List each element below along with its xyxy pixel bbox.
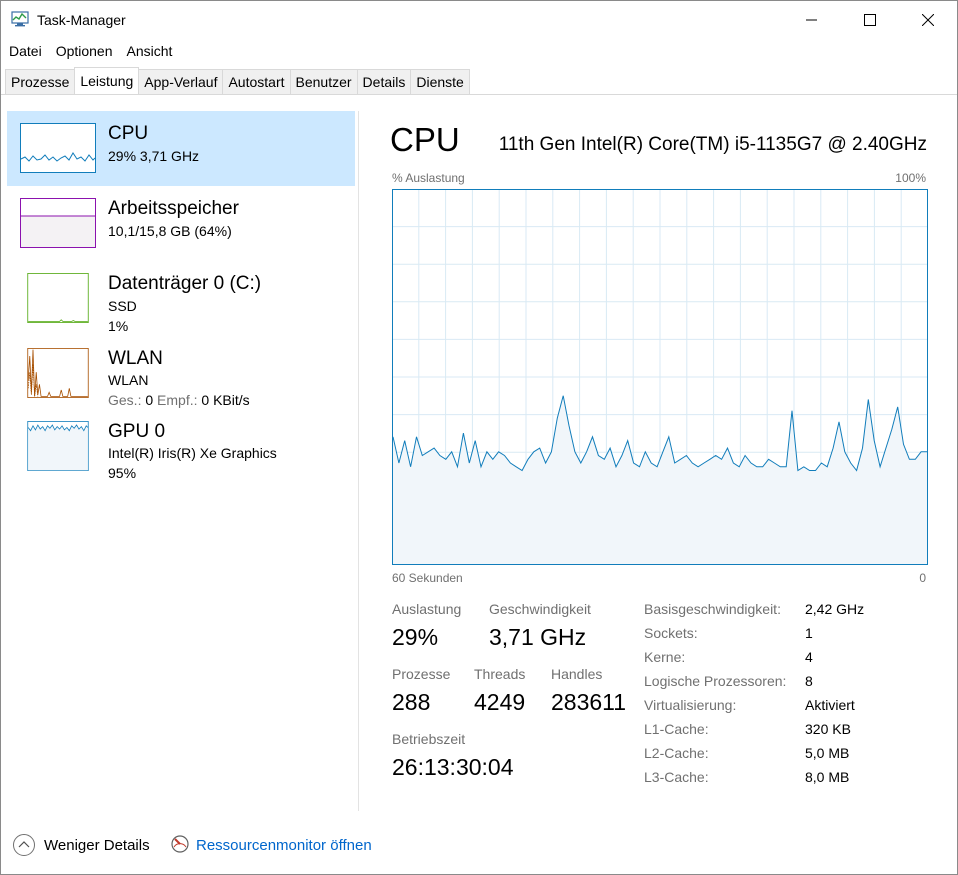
info-value-l2-cache: 5,0 MB [805, 745, 850, 761]
y-axis-max-label: 100% [895, 171, 926, 185]
info-label-virtualization: Virtualisierung: [644, 697, 737, 713]
threads-label: Threads [474, 666, 526, 682]
sidebar-item-wlan[interactable]: WLAN WLAN Ges.: 0 Empf.: 0 KBit/s [7, 348, 355, 423]
info-value-virtualization: Aktiviert [805, 697, 855, 713]
info-label-l3-cache: L3-Cache: [644, 769, 709, 785]
sidebar-item-gpu[interactable]: GPU 0 Intel(R) Iris(R) Xe Graphics 95% [7, 421, 355, 496]
sidebar-wlan-throughput: Ges.: 0 Empf.: 0 KBit/s [108, 392, 250, 408]
utilization-value: 29% [392, 624, 439, 650]
uptime-value: 26:13:30:04 [392, 754, 514, 780]
info-label-cores: Kerne: [644, 649, 686, 665]
sidebar-divider[interactable] [358, 111, 359, 811]
info-label-l2-cache: L2-Cache: [644, 745, 709, 761]
minimize-icon [806, 19, 817, 21]
minimize-button[interactable] [783, 1, 841, 39]
threads-value: 4249 [474, 689, 526, 715]
maximize-button[interactable] [841, 1, 899, 39]
wlan-send-value: 0 [145, 392, 154, 408]
resource-monitor-link[interactable]: Ressourcenmonitor öffnen [196, 837, 372, 854]
info-label-l1-cache: L1-Cache: [644, 721, 709, 737]
tab-leistung[interactable]: Leistung [74, 67, 140, 94]
sidebar-disk-type: SSD [108, 298, 137, 314]
tab-details[interactable]: Details [356, 69, 412, 95]
info-label-logical-processors: Logische Prozessoren: [644, 673, 787, 689]
chevron-up-icon[interactable] [13, 834, 35, 856]
menu-optionen[interactable]: Optionen [48, 41, 113, 63]
handles-value: 283611 [551, 689, 627, 715]
uptime-label: Betriebszeit [392, 731, 466, 747]
x-axis-right-label: 0 [919, 571, 926, 585]
wlan-send-label: Ges.: [108, 392, 142, 408]
wlan-thumbnail-graph [20, 348, 96, 398]
performance-sidebar: CPU 29% 3,71 GHz Arbeitsspeicher 10,1/15… [7, 111, 355, 496]
resource-monitor-icon[interactable] [171, 835, 189, 853]
y-axis-label: % Auslastung [392, 171, 465, 185]
sidebar-disk-usage: 1% [108, 318, 129, 334]
processes-value: 288 [392, 689, 431, 715]
sidebar-wlan-title: WLAN [108, 348, 163, 369]
tab-dienste[interactable]: Dienste [410, 69, 470, 95]
tab-autostart[interactable]: Autostart [222, 69, 291, 95]
processes-label: Prozesse [392, 666, 451, 682]
tab-benutzer[interactable]: Benutzer [289, 69, 358, 95]
title-bar[interactable]: Task-Manager [1, 1, 957, 39]
cpu-thumbnail-graph [20, 123, 96, 173]
sidebar-item-cpu[interactable]: CPU 29% 3,71 GHz [7, 111, 355, 186]
sidebar-disk-title: Datenträger 0 (C:) [108, 273, 262, 294]
tab-bar: Prozesse Leistung App-Verlauf Autostart … [5, 67, 470, 95]
x-axis-left-label: 60 Sekunden [392, 571, 463, 585]
sidebar-cpu-usage: 29% 3,71 GHz [108, 148, 200, 164]
info-value-l3-cache: 8,0 MB [805, 769, 850, 785]
task-manager-window: Task-Manager Datei Optionen Ansicht Proz… [0, 0, 958, 875]
page-title: CPU [390, 121, 460, 158]
info-value-logical-processors: 8 [805, 673, 813, 689]
cpu-model-name: 11th Gen Intel(R) Core(TM) i5-1135G7 @ 2… [498, 134, 927, 155]
disk-thumbnail-graph [20, 273, 96, 323]
info-value-base-speed: 2,42 GHz [805, 601, 865, 617]
cpu-utilization-graph [392, 189, 928, 565]
speed-label: Geschwindigkeit [489, 601, 591, 617]
sidebar-memory-usage: 10,1/15,8 GB (64%) [108, 223, 232, 239]
sidebar-item-memory[interactable]: Arbeitsspeicher 10,1/15,8 GB (64%) [7, 186, 355, 261]
close-button[interactable] [899, 1, 957, 39]
wlan-receive-value: 0 KBit/s [201, 392, 250, 408]
sidebar-gpu-name: Intel(R) Iris(R) Xe Graphics [108, 445, 277, 461]
tab-prozesse[interactable]: Prozesse [5, 69, 76, 95]
fewer-details-button[interactable]: Weniger Details [44, 837, 150, 854]
info-value-sockets: 1 [805, 625, 813, 641]
info-value-l1-cache: 320 KB [805, 721, 851, 737]
footer-bar: Weniger Details Ressourcenmonitor öffnen [1, 826, 957, 866]
info-label-sockets: Sockets: [644, 625, 698, 641]
sidebar-gpu-usage: 95% [108, 465, 137, 481]
menu-ansicht[interactable]: Ansicht [119, 41, 173, 63]
tab-divider [1, 94, 957, 95]
tab-app-verlauf[interactable]: App-Verlauf [138, 69, 224, 95]
window-title: Task-Manager [37, 12, 126, 28]
gpu-thumbnail-graph [20, 421, 96, 471]
menu-datei[interactable]: Datei [1, 41, 42, 63]
maximize-icon [864, 14, 876, 26]
memory-thumbnail-graph [20, 198, 96, 248]
task-manager-icon [11, 11, 29, 27]
handles-label: Handles [551, 666, 603, 682]
speed-value: 3,71 GHz [489, 624, 587, 650]
close-icon [922, 14, 934, 26]
sidebar-wlan-name: WLAN [108, 372, 149, 388]
info-value-cores: 4 [805, 649, 813, 665]
sidebar-gpu-title: GPU 0 [108, 421, 166, 442]
utilization-label: Auslastung [392, 601, 462, 617]
sidebar-item-disk[interactable]: Datenträger 0 (C:) SSD 1% [7, 261, 355, 336]
sidebar-memory-title: Arbeitsspeicher [108, 198, 239, 219]
info-label-base-speed: Basisgeschwindigkeit: [644, 601, 781, 617]
sidebar-cpu-title: CPU [108, 123, 149, 144]
menu-bar: Datei Optionen Ansicht [1, 41, 178, 63]
wlan-receive-label: Empf.: [157, 392, 198, 408]
